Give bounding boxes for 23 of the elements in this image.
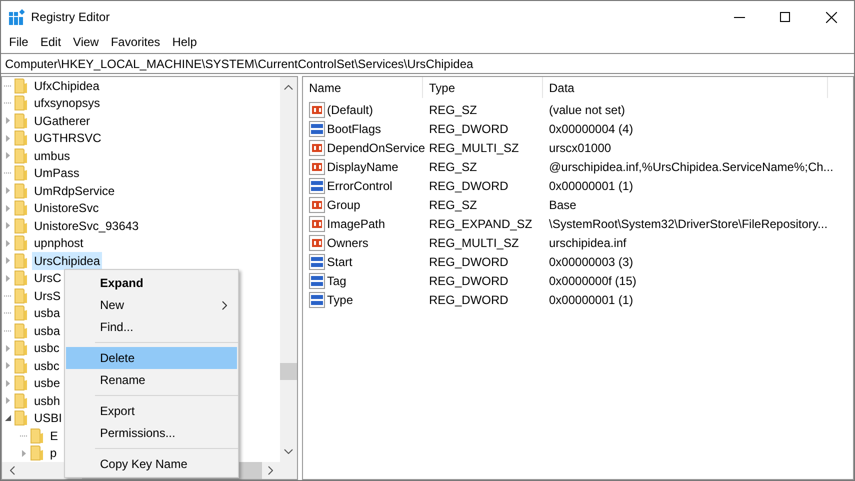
value-data: urscx01000 — [548, 140, 612, 156]
value-data: @urschipidea.inf,%UrsChipidea.ServiceName%;Ch... — [548, 158, 834, 176]
value-type: REG_MULTI_SZ — [428, 140, 520, 156]
value-data: urschipidea.inf — [548, 234, 628, 252]
value-data: Base — [548, 196, 578, 214]
value-type: REG_DWORD — [428, 272, 510, 290]
value-data: \SystemRoot\System32\DriverStore\FileRepository... — [548, 216, 829, 232]
value-type: REG_MULTI_SZ — [428, 234, 520, 252]
value-data: 0x0000000f (15) — [548, 272, 638, 290]
value-data: 0x00000001 (1) — [548, 178, 634, 194]
value-type: REG_DWORD — [428, 292, 510, 308]
value-data: (value not set) — [548, 102, 626, 118]
window-title: Registry Editor — [31, 9, 110, 26]
value-data: 0x00000003 (3) — [548, 254, 634, 270]
value-type: REG_SZ — [428, 158, 478, 176]
value-type: REG_SZ — [428, 196, 478, 214]
value-type: REG_SZ — [428, 102, 478, 118]
value-type: REG_EXPAND_SZ — [428, 216, 534, 232]
value-type: REG_DWORD — [428, 120, 510, 138]
value-type: REG_DWORD — [428, 178, 510, 194]
value-type: REG_DWORD — [428, 254, 510, 270]
value-data: 0x00000004 (4) — [548, 120, 634, 138]
value-data: 0x00000001 (1) — [548, 292, 634, 308]
